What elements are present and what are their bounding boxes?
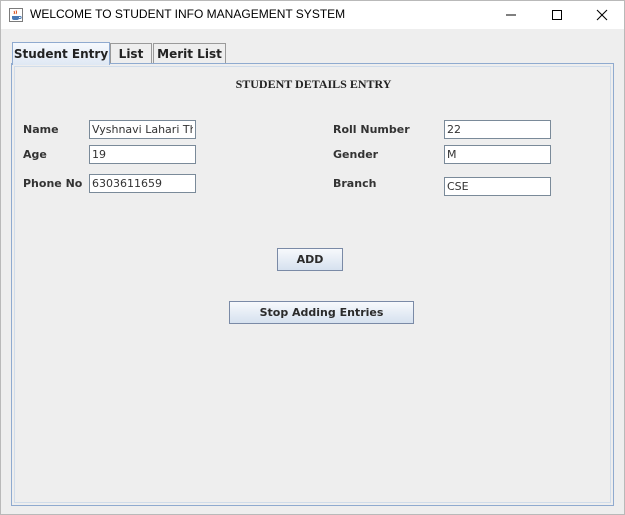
phone-label: Phone No — [23, 177, 83, 190]
close-button[interactable] — [579, 1, 625, 29]
window-title: WELCOME TO STUDENT INFO MANAGEMENT SYSTE… — [30, 7, 346, 21]
name-field[interactable] — [89, 120, 196, 139]
tab-student-entry[interactable]: Student Entry — [12, 42, 110, 65]
tab-list[interactable]: List — [110, 43, 152, 63]
gender-field[interactable] — [444, 145, 551, 164]
branch-field[interactable] — [444, 177, 551, 196]
maximize-icon — [552, 10, 562, 20]
age-label: Age — [23, 148, 47, 161]
minimize-icon — [506, 14, 516, 16]
tab-merit-list[interactable]: Merit List — [153, 43, 226, 63]
roll-number-field[interactable] — [444, 120, 551, 139]
branch-label: Branch — [333, 177, 377, 190]
age-field[interactable] — [89, 145, 196, 164]
form-heading: STUDENT DETAILS ENTRY — [235, 77, 392, 91]
name-label: Name — [23, 123, 59, 136]
minimize-button[interactable] — [488, 1, 534, 29]
title-bar[interactable]: WELCOME TO STUDENT INFO MANAGEMENT SYSTE… — [1, 1, 624, 29]
add-button[interactable]: ADD — [277, 248, 343, 271]
maximize-button[interactable] — [534, 1, 580, 29]
student-entry-panel: STUDENT DETAILS ENTRY Name Age Phone No … — [11, 63, 614, 506]
phone-field[interactable] — [89, 174, 196, 193]
roll-number-label: Roll Number — [333, 123, 410, 136]
app-window: WELCOME TO STUDENT INFO MANAGEMENT SYSTE… — [0, 0, 625, 515]
gender-label: Gender — [333, 148, 379, 161]
close-icon — [596, 9, 608, 21]
java-cup-icon — [9, 7, 23, 22]
stop-adding-entries-button[interactable]: Stop Adding Entries — [229, 301, 414, 324]
